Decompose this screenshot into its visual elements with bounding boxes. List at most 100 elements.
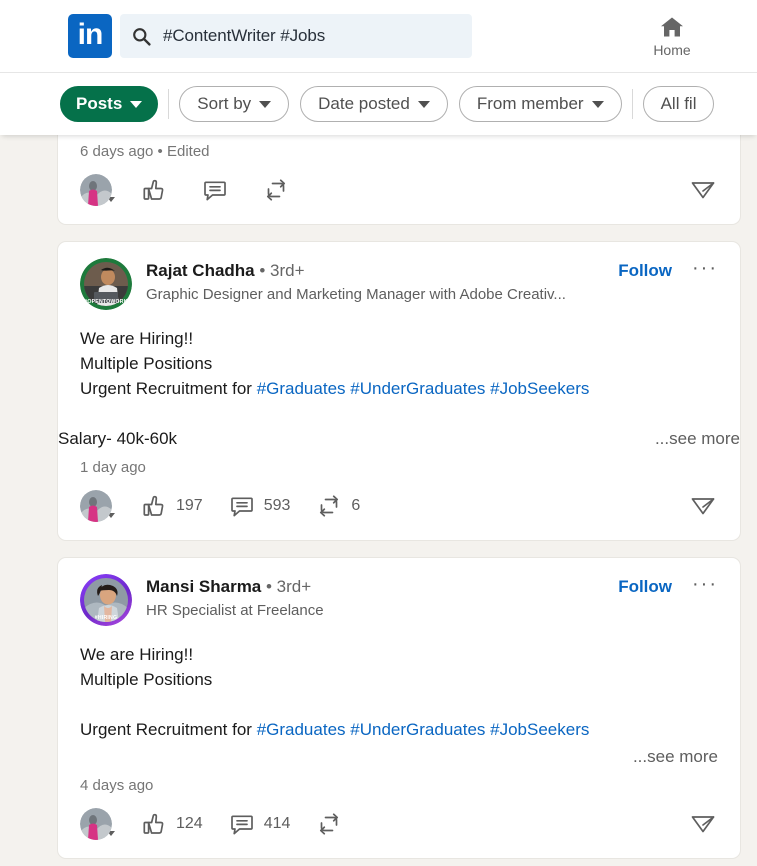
like-count: 197 [176,497,203,514]
post-timestamp: 6 days ago • Edited [80,143,210,160]
filter-pill-sort-by-label: Sort by [197,94,252,113]
search-input[interactable] [163,26,460,46]
post-author-degree: • 3rd+ [266,577,312,596]
post-hashtag-line: Urgent Recruitment for #Graduates #Under… [80,717,718,742]
avatar [80,174,112,206]
chevron-down-icon [417,100,430,108]
filter-pill-from-member[interactable]: From member [458,86,622,122]
like-button[interactable]: 197 [141,493,203,519]
nav-item-home-label: Home [653,42,691,58]
see-more-link[interactable]: ...see more [655,426,740,451]
post-header-actions: Follow ··· [618,574,718,597]
nav-right-group: Home My [640,0,757,73]
comment-button[interactable]: 414 [229,811,291,837]
comment-count: 593 [263,497,291,514]
post-action-bar [58,160,740,224]
post-body: We are Hiring!! Multiple Positions Urgen… [58,626,740,742]
post-hashtag-line: Urgent Recruitment for #Graduates #Under… [80,376,718,401]
repost-button[interactable] [263,177,298,203]
hashtag-undergraduates[interactable]: #UnderGraduates [350,720,485,739]
like-button[interactable]: 124 [141,811,203,837]
post-text-line: We are Hiring!! [80,645,194,664]
repost-count: 6 [351,497,361,514]
post-header: #HIRING Mansi Sharma • 3rd+ HR Specialis… [58,558,740,626]
filter-pill-posts-label: Posts [76,94,123,113]
search-icon [133,27,151,46]
hashtag-jobseekers[interactable]: #JobSeekers [490,720,589,739]
avatar[interactable]: #OPENTOWORK [80,258,132,310]
comment-count: 414 [263,815,291,832]
post-text-line: Salary- 40k-60k [58,429,178,448]
post-author-degree: • 3rd+ [259,261,305,280]
reaction-avatar-icon[interactable] [80,808,115,840]
avatar [80,490,112,522]
hashtag-undergraduates[interactable]: #UnderGraduates [350,379,485,398]
post-text-prefix: Urgent Recruitment for [80,379,257,398]
nav-item-home[interactable]: Home [640,15,704,58]
post-text-line: Multiple Positions [80,670,213,689]
avatar[interactable]: #HIRING [80,574,132,626]
send-icon [691,182,715,199]
post-author-meta: Rajat Chadha • 3rd+ Graphic Designer and… [146,258,618,305]
post-text-prefix: Urgent Recruitment for [80,720,257,739]
post-more-options-button[interactable]: ··· [692,258,718,278]
post-header: #OPENTOWORK Rajat Chadha • 3rd+ Graphic … [58,242,740,310]
post-text-line: We are Hiring!! [80,329,194,348]
post-action-bar: 124 414 [58,794,740,858]
post-text-line: Multiple Positions [80,354,213,373]
comment-button[interactable]: 593 [229,493,291,519]
nav-item-my-network[interactable]: My [740,29,757,45]
chevron-down-icon [591,100,604,108]
linkedin-logo[interactable]: in [68,14,112,58]
reaction-avatar-icon[interactable] [80,490,115,522]
repost-button[interactable] [316,811,351,837]
post-more-options-button[interactable]: ··· [692,574,718,594]
send-button[interactable] [688,809,718,844]
avatar [80,808,112,840]
follow-button[interactable]: Follow [618,261,672,281]
avatar-ribbon-label: #OPENTOWORK [84,298,128,305]
post-salary-row: Salary- 40k-60k ...see more [58,426,740,451]
filter-pill-posts[interactable]: Posts [60,86,159,122]
post-timestamp: 4 days ago [80,777,154,794]
linkedin-logo-text: in [77,17,104,51]
chevron-down-icon [259,100,272,108]
post-author-headline: HR Specialist at Freelance [146,602,324,619]
post-author-headline: Graphic Designer and Marketing Manager w… [146,286,566,303]
comment-button[interactable] [202,177,237,203]
post-author-name-line: Mansi Sharma • 3rd+ [146,577,618,597]
hashtag-jobseekers[interactable]: #JobSeekers [490,379,589,398]
search-filter-bar: Posts Sort by Date posted From member Al… [0,73,757,135]
see-more-link[interactable]: ...see more [633,747,718,766]
post-action-bar: 197 593 6 [58,476,740,540]
post-author-name[interactable]: Mansi Sharma [146,577,261,596]
hashtag-graduates[interactable]: #Graduates [257,379,346,398]
see-more-row: ...see more [58,742,740,769]
reaction-avatar-icon[interactable] [80,174,115,206]
search-box[interactable] [120,14,472,58]
send-button[interactable] [688,491,718,526]
filter-pill-date-posted[interactable]: Date posted [300,86,448,122]
repost-button[interactable]: 6 [316,493,360,519]
filter-pill-sort-by[interactable]: Sort by [179,86,290,122]
search-results-feed[interactable]: 6 days ago • Edited #OPENTOWORK Rajat Ch… [0,135,757,866]
post-author-meta: Mansi Sharma • 3rd+ HR Specialist at Fre… [146,574,618,621]
post-timestamp: 1 day ago [80,459,146,476]
filter-divider [631,89,633,119]
post-card: #OPENTOWORK Rajat Chadha • 3rd+ Graphic … [57,241,741,541]
filter-pill-all-filters-label: All fil [660,94,697,113]
post-card: #HIRING Mansi Sharma • 3rd+ HR Specialis… [57,557,741,859]
chevron-down-icon [130,100,143,108]
send-icon [691,498,715,515]
like-count: 124 [176,815,203,832]
post-author-name[interactable]: Rajat Chadha [146,261,255,280]
filter-pill-all-filters[interactable]: All fil [642,86,715,122]
hashtag-graduates[interactable]: #Graduates [257,720,346,739]
like-button[interactable] [141,177,176,203]
post-author-name-line: Rajat Chadha • 3rd+ [146,261,618,281]
follow-button[interactable]: Follow [618,577,672,597]
filter-pill-from-member-label: From member [476,94,584,113]
send-button[interactable] [688,175,718,210]
